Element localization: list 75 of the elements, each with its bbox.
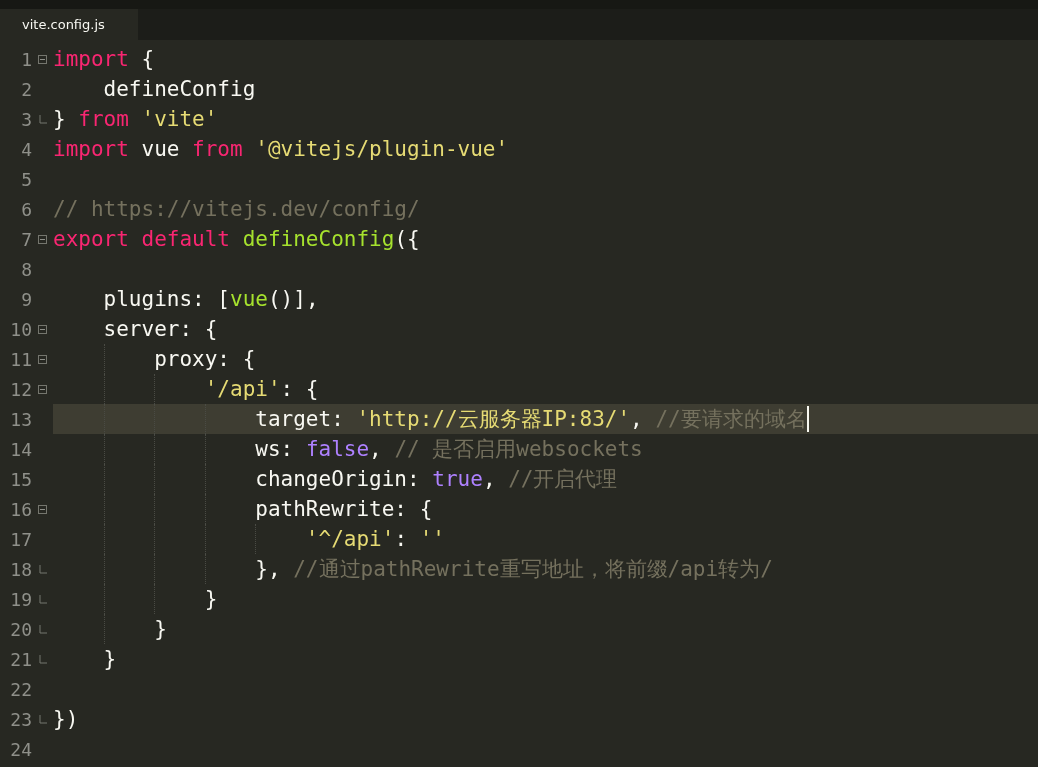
code-plain: ws:	[254, 436, 295, 463]
line-number: 6	[20, 198, 32, 220]
code-plain: plugins: [	[102, 286, 230, 313]
code-plain: ,	[482, 466, 497, 493]
code-plain: server: {	[102, 316, 218, 343]
collapse-icon[interactable]	[38, 234, 47, 244]
line-number: 20	[9, 618, 32, 640]
line-number: 9	[20, 288, 32, 310]
line-number: 7	[20, 228, 32, 250]
line-number: 4	[20, 138, 32, 160]
code-plain: })	[53, 706, 79, 733]
code-keyword: from	[78, 106, 129, 133]
line-number: 24	[9, 738, 32, 760]
code-plain: }	[153, 616, 167, 643]
code-string: ''	[419, 526, 445, 553]
code-plain: : {	[280, 376, 319, 403]
code-plain: :	[394, 526, 409, 553]
line-number: 10	[9, 318, 32, 340]
collapse-icon[interactable]	[38, 54, 47, 64]
code-plain: vue	[140, 136, 181, 163]
code-keyword: default	[140, 226, 230, 253]
code-plain: target:	[254, 406, 345, 433]
collapse-icon[interactable]	[38, 384, 47, 394]
code-function: vue	[230, 286, 268, 313]
text-cursor	[806, 406, 809, 432]
line-number: 15	[9, 468, 32, 490]
code-string: '^/api'	[304, 526, 395, 553]
line-number: 2	[20, 78, 32, 100]
code-plain: ()],	[267, 286, 319, 313]
line-number: 11	[9, 348, 32, 370]
line-number: 13	[9, 408, 32, 430]
code-plain: ({	[394, 226, 420, 253]
code-plain: ,	[369, 436, 383, 463]
code-plain: },	[254, 556, 282, 583]
code-string: '/api'	[203, 376, 281, 403]
code-comment: // https://vitejs.dev/config/	[53, 196, 420, 223]
code-keyword: import	[53, 46, 129, 73]
code-plain: proxy: {	[153, 346, 256, 373]
line-number: 18	[9, 558, 32, 580]
line-number: 21	[9, 648, 32, 670]
line-number: 1	[20, 48, 32, 70]
code-plain: }	[53, 106, 67, 133]
code-plain: }	[203, 586, 218, 613]
code-string: 'http://云服务器IP:83/'	[356, 406, 631, 433]
code-function: defineConfig	[241, 226, 395, 253]
line-number: 12	[9, 378, 32, 400]
code-keyword: import	[53, 136, 129, 163]
code-string: 'vite'	[140, 106, 218, 133]
collapse-icon[interactable]	[38, 324, 47, 334]
file-tab[interactable]: vite.config.js	[0, 9, 138, 40]
code-comment: //通过pathRewrite重写地址，将前缀/api转为/	[293, 556, 773, 583]
line-number: 23	[9, 708, 32, 730]
line-number: 5	[20, 168, 32, 190]
code-plain: changeOrigin:	[254, 466, 421, 493]
code-string: '@vitejs/plugin-vue'	[254, 136, 509, 163]
line-number: 22	[9, 678, 32, 700]
code-constant: false	[305, 436, 370, 463]
code-keyword: from	[192, 136, 243, 163]
code-plain: {	[140, 46, 155, 73]
code-keyword: export	[53, 226, 129, 253]
code-comment: // 是否启用websockets	[394, 436, 643, 463]
line-number: 3	[20, 108, 32, 130]
line-number: 14	[9, 438, 32, 460]
collapse-icon[interactable]	[38, 504, 47, 514]
code-plain: }	[102, 646, 117, 673]
collapse-icon[interactable]	[38, 354, 47, 364]
code-plain: ,	[630, 406, 644, 433]
line-number: 19	[9, 588, 32, 610]
line-number: 8	[20, 258, 32, 280]
code-plain: pathRewrite: {	[254, 496, 433, 523]
line-number: 16	[9, 498, 32, 520]
code-comment: //开启代理	[508, 466, 618, 493]
code-plain: defineConfig	[102, 76, 256, 103]
line-number: 17	[9, 528, 32, 550]
code-constant: true	[432, 466, 483, 493]
